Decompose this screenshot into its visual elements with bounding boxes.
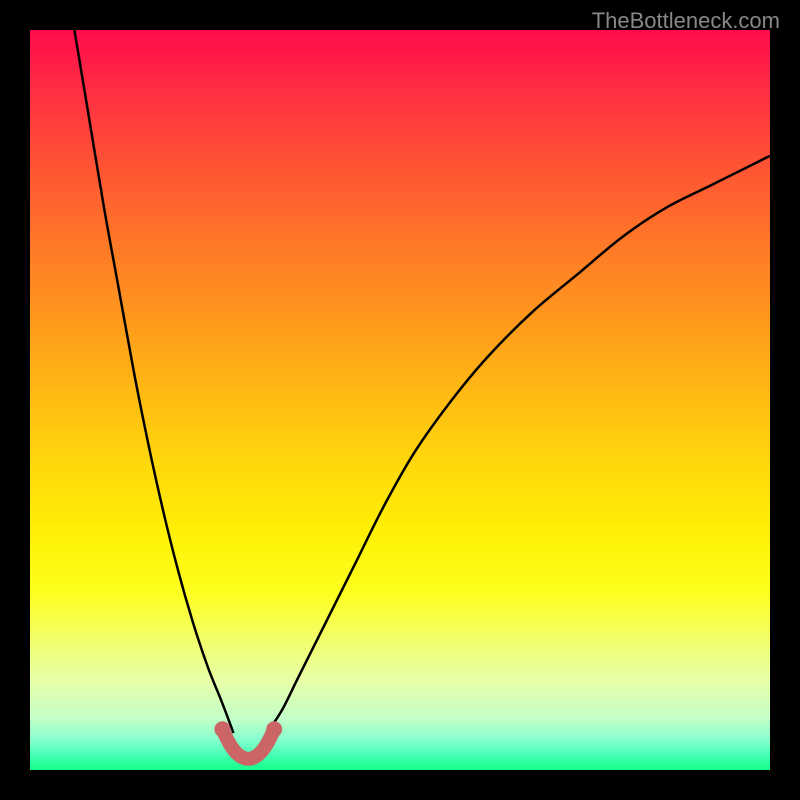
watermark-text: TheBottleneck.com: [592, 8, 780, 34]
right-curve: [267, 156, 770, 733]
marker-dot-right: [266, 721, 282, 737]
marker-dot-left: [214, 721, 230, 737]
chart-svg: [30, 30, 770, 770]
bottleneck-marker: [222, 729, 274, 758]
plot-area: [30, 30, 770, 770]
left-curve: [74, 30, 233, 733]
